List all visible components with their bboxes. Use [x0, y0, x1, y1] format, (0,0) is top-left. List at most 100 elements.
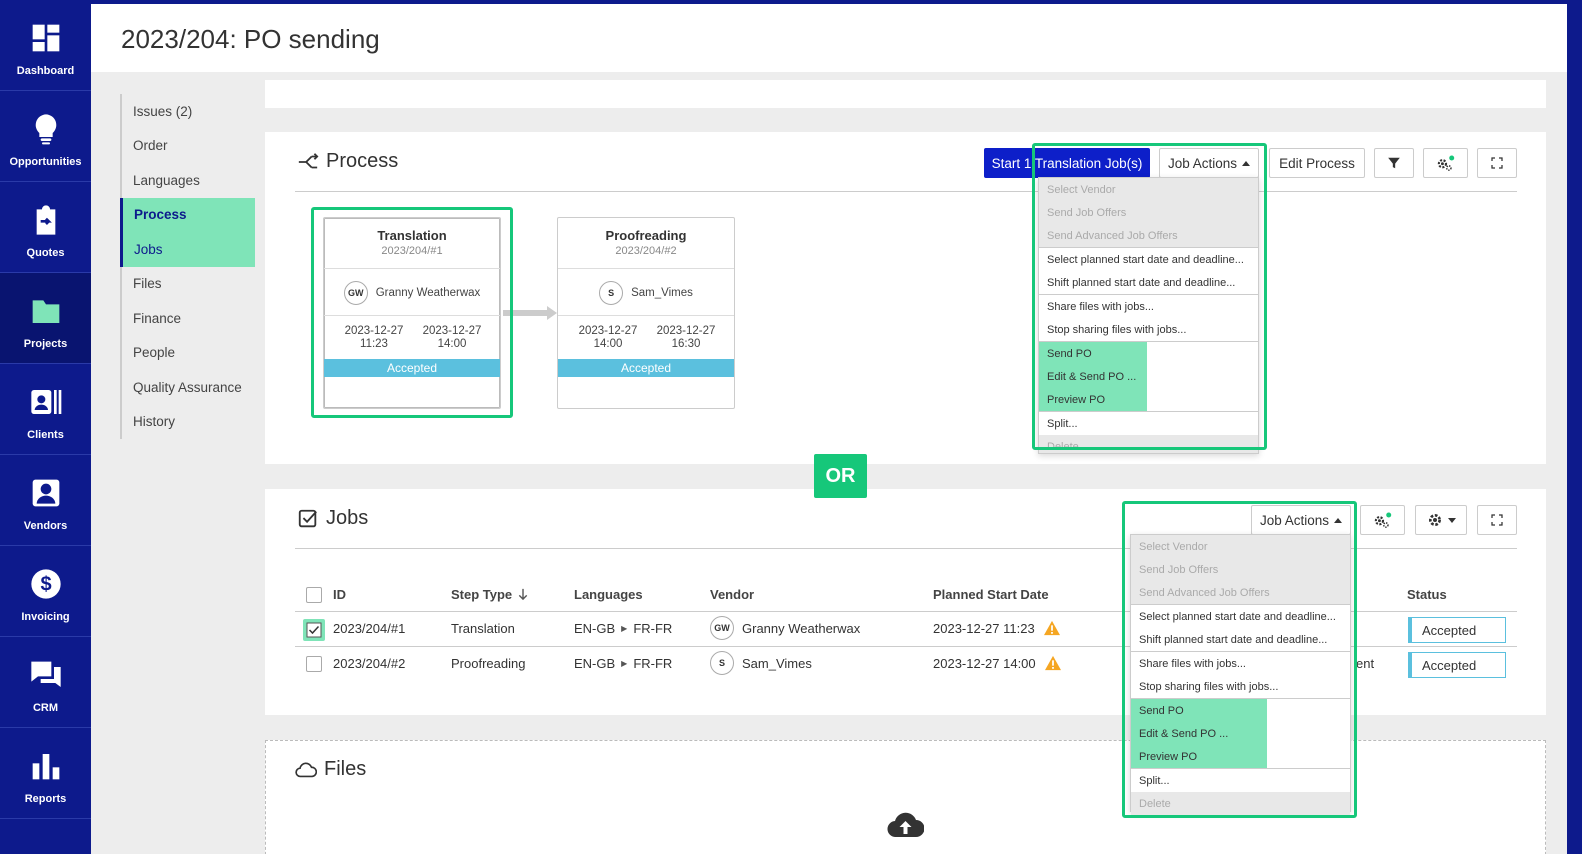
jobs-title-text: Jobs	[326, 507, 369, 529]
row-checkbox[interactable]	[306, 656, 322, 672]
expand-icon	[1491, 157, 1503, 169]
row-step-type: Translation	[451, 621, 515, 636]
status-badge: Accepted	[1408, 652, 1506, 678]
gears-icon	[1437, 155, 1454, 171]
main-sidebar: Dashboard Opportunities Quotes Projects …	[0, 0, 91, 854]
col-status[interactable]: Status	[1407, 587, 1447, 602]
check-icon	[306, 622, 322, 638]
nav-label: Reports	[24, 793, 67, 805]
vendor-name: Sam_Vimes	[742, 655, 812, 671]
select-all-checkbox[interactable]	[306, 587, 322, 603]
process-actions-highlight	[1032, 143, 1267, 450]
chat-icon	[29, 658, 63, 692]
filter-button[interactable]	[1374, 148, 1414, 178]
nav-label: Projects	[23, 338, 68, 350]
bar-chart-icon	[29, 749, 63, 783]
secnav-order[interactable]: Order	[120, 128, 255, 163]
end-time: 16:30	[671, 338, 701, 350]
nav-vendors[interactable]: Vendors	[0, 455, 91, 546]
step-card-proofreading[interactable]: Proofreading 2023/204/#2 S Sam_Vimes 202…	[557, 217, 735, 409]
nav-label: Quotes	[26, 247, 65, 259]
nav-label: Vendors	[23, 520, 68, 532]
chevron-down-icon	[1447, 517, 1456, 523]
process-expand-button[interactable]	[1477, 148, 1517, 178]
top-panel	[265, 80, 1546, 108]
person-icon	[29, 476, 63, 510]
process-settings-button[interactable]	[1423, 148, 1468, 178]
status-badge: Accepted	[558, 359, 734, 377]
jobs-title: Jobs	[297, 507, 368, 530]
row-step-type: Proofreading	[451, 656, 526, 671]
jobs-expand-button[interactable]	[1477, 505, 1517, 535]
nav-projects[interactable]: Projects	[0, 273, 91, 364]
gear-icon	[1428, 514, 1441, 526]
files-title-text: Files	[324, 758, 367, 780]
planned-start-value: 2023-12-27 14:00	[933, 655, 1036, 671]
step-name: Proofreading	[605, 228, 687, 243]
secnav-files[interactable]: Files	[120, 266, 255, 301]
col-vendor[interactable]: Vendor	[710, 587, 754, 602]
step-end: 2023-12-27 16:30	[656, 325, 716, 351]
row-planned-start: 2023-12-27 14:00	[933, 655, 1062, 671]
secnav-quality-assurance[interactable]: Quality Assurance	[120, 370, 255, 405]
row-languages: EN-GB ▶ FR-FR	[574, 656, 672, 671]
col-id[interactable]: ID	[333, 587, 346, 602]
jobs-settings-dropdown[interactable]	[1415, 505, 1467, 535]
row-id[interactable]: 2023/204/#1	[333, 621, 405, 636]
secnav-issues[interactable]: Issues (2)	[120, 94, 255, 129]
row-checkbox-checked[interactable]	[303, 619, 325, 641]
vendor-name: Sam_Vimes	[631, 287, 693, 299]
secnav-languages[interactable]: Languages	[120, 163, 255, 198]
step-vendor: S Sam_Vimes	[558, 281, 734, 305]
edit-process-button[interactable]: Edit Process	[1269, 148, 1365, 178]
end-date: 2023-12-27	[656, 325, 716, 337]
lang-target: FR-FR	[633, 621, 673, 636]
col-step-type[interactable]: Step Type	[451, 587, 528, 602]
step-id: 2023/204/#2	[615, 245, 677, 257]
page-title: 2023/204: PO sending	[121, 24, 380, 54]
row-vendor[interactable]: GW Granny Weatherwax	[710, 616, 860, 640]
row-languages: EN-GB ▶ FR-FR	[574, 621, 672, 636]
nav-label: Dashboard	[16, 65, 75, 77]
page-header: 2023/204: PO sending	[91, 4, 1567, 72]
col-step-type-label: Step Type	[451, 587, 513, 602]
card-divider	[558, 268, 734, 269]
secnav-history[interactable]: History	[120, 404, 255, 439]
col-languages[interactable]: Languages	[574, 587, 643, 602]
secnav-process[interactable]: Process	[120, 197, 255, 232]
sort-down-icon	[518, 588, 528, 601]
row-vendor[interactable]: S Sam_Vimes	[710, 651, 812, 675]
process-title: Process	[297, 150, 398, 173]
start-time: 14:00	[593, 338, 623, 350]
row-id[interactable]: 2023/204/#2	[333, 656, 405, 671]
arrow-right-icon: ▶	[621, 624, 628, 633]
secnav-jobs[interactable]: Jobs	[120, 232, 255, 267]
clipboard-icon	[29, 203, 63, 237]
lang-source: EN-GB	[574, 621, 616, 636]
right-border	[1567, 0, 1582, 854]
row-planned-start: 2023-12-27 11:23	[933, 620, 1061, 636]
cloud-upload-icon[interactable]	[887, 812, 924, 838]
nav-reports[interactable]: Reports	[0, 728, 91, 819]
nav-invoicing[interactable]: $ Invoicing	[0, 546, 91, 637]
secnav-people[interactable]: People	[120, 335, 255, 370]
process-flow-icon	[298, 152, 319, 168]
nav-dashboard[interactable]: Dashboard	[0, 0, 91, 91]
nav-label: Clients	[27, 429, 64, 441]
nav-crm[interactable]: CRM	[0, 637, 91, 728]
warning-icon	[1043, 620, 1060, 636]
gears-icon	[1374, 512, 1391, 528]
process-divider	[295, 191, 1517, 192]
col-planned-start[interactable]: Planned Start Date	[933, 587, 1049, 602]
nav-opportunities[interactable]: Opportunities	[0, 91, 91, 182]
expand-icon	[1491, 514, 1503, 526]
secnav-finance[interactable]: Finance	[120, 301, 255, 336]
nav-quotes[interactable]: Quotes	[0, 182, 91, 273]
lang-source: EN-GB	[574, 656, 616, 671]
avatar: S	[710, 651, 734, 675]
status-badge: Accepted	[1408, 617, 1506, 643]
jobs-gears-button[interactable]	[1360, 505, 1405, 535]
card-divider	[558, 315, 734, 316]
dashboard-icon	[29, 21, 63, 55]
nav-clients[interactable]: Clients	[0, 364, 91, 455]
